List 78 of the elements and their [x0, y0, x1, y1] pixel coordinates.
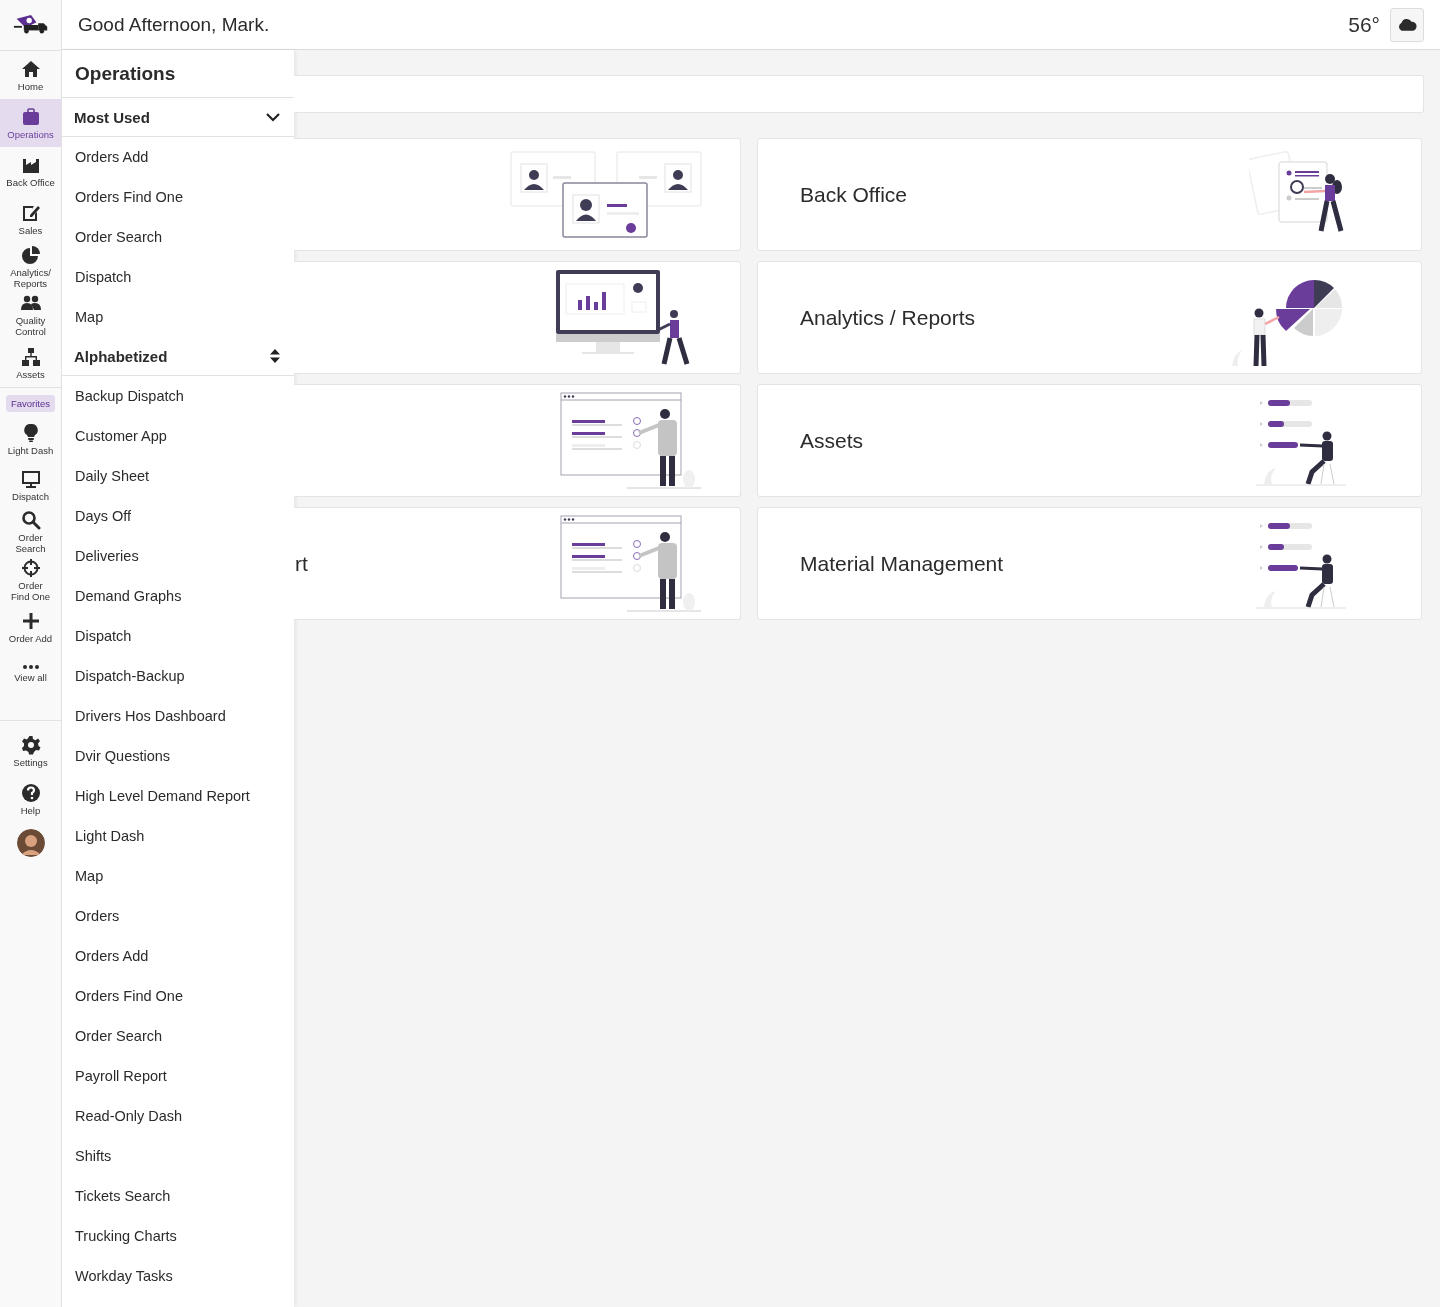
menu-item[interactable]: Payroll Report [62, 1056, 294, 1096]
menu-item[interactable]: Deliveries [62, 536, 294, 576]
briefcase-icon [20, 106, 41, 127]
menu-item[interactable]: Light Dash [62, 816, 294, 856]
menu-item[interactable]: Workday Tasks [62, 1256, 294, 1296]
menu-item[interactable]: Dispatch-Backup [62, 656, 294, 696]
card-title: Material Management [799, 551, 1004, 576]
menu-item[interactable]: Order Search [62, 1016, 294, 1056]
menu-item[interactable]: Order Search [62, 217, 294, 257]
category-card[interactable] [294, 261, 741, 374]
menu-item[interactable]: Tickets Search [62, 1176, 294, 1216]
menu-item[interactable]: Orders [62, 896, 294, 936]
sidebar-item[interactable]: Help [0, 775, 61, 823]
sidebar-item[interactable]: Settings [0, 727, 61, 775]
menu-item[interactable]: Map [62, 297, 294, 337]
sidebar-item[interactable]: Operations [0, 99, 61, 147]
network-icon [20, 346, 41, 367]
sidebar-item[interactable]: Home [0, 51, 61, 99]
menu-item[interactable]: Shifts [62, 1136, 294, 1176]
sidebar-item[interactable]: Dispatch [0, 462, 61, 508]
menu-item[interactable]: Drivers Hos Dashboard [62, 696, 294, 736]
plus-icon [20, 610, 41, 631]
favorites-label: Favorites [5, 395, 56, 412]
category-card[interactable]: Analytics / Reports [757, 261, 1422, 374]
menu-item[interactable]: Daily Sheet [62, 456, 294, 496]
sidebar-item[interactable]: Quality Control [0, 291, 61, 339]
menu-item[interactable]: Orders Add [62, 137, 294, 177]
menu-item[interactable]: Read-Only Dash [62, 1096, 294, 1136]
sidebar-item[interactable]: Sales [0, 195, 61, 243]
person-drawing [1253, 308, 1280, 368]
sidebar-item[interactable]: View all [0, 650, 61, 696]
card-title: Analytics / Reports [799, 305, 976, 330]
home-icon [20, 58, 41, 79]
section-header[interactable]: Most Used [62, 98, 294, 137]
category-card[interactable]: rt [294, 507, 741, 620]
card-title: Back Office [799, 182, 907, 207]
cloud-icon [1397, 18, 1417, 31]
menu-item[interactable]: Map [62, 856, 294, 896]
avatar[interactable] [16, 829, 45, 857]
sidebar-item[interactable]: Order Search [0, 508, 61, 556]
category-card[interactable]: Assets [757, 384, 1422, 497]
weather-button[interactable] [1390, 7, 1424, 42]
menu-item[interactable]: Orders Find One [62, 177, 294, 217]
menu-item[interactable]: Demand Graphs [62, 576, 294, 616]
sidebar-item[interactable]: Assets [0, 339, 61, 387]
category-card[interactable]: Back Office [757, 138, 1422, 251]
people-icon [20, 293, 41, 313]
menu-item[interactable]: Trucking Charts [62, 1216, 294, 1256]
sidebar-item[interactable]: Order Add [0, 604, 61, 650]
section-header[interactable]: Alphabetized [62, 337, 294, 376]
sidebar-item[interactable]: Back Office [0, 147, 61, 195]
card-title: rt [294, 551, 308, 576]
menu-item[interactable]: High Level Demand Report [62, 776, 294, 816]
sort-icon [270, 349, 280, 363]
menu-item[interactable]: Dispatch [62, 616, 294, 656]
monitor-icon [20, 468, 41, 489]
card-title: Assets [799, 428, 864, 453]
temperature: 56° [1348, 12, 1380, 37]
truck-logo-icon[interactable] [12, 15, 49, 35]
category-card[interactable]: Material Management [757, 507, 1422, 620]
search-icon [20, 510, 41, 530]
sidebar-item[interactable]: Light Dash [0, 416, 61, 462]
menu-item[interactable]: Customer App [62, 416, 294, 456]
menu-item[interactable]: Days Off [62, 496, 294, 536]
greeting: Good Afternoon, Mark. [78, 13, 271, 36]
menu-item[interactable]: Orders Find One [62, 976, 294, 1016]
menu-item[interactable]: Dispatch [62, 257, 294, 297]
crosshair-icon [20, 558, 41, 578]
sidebar-item[interactable]: Analytics/ Reports [0, 243, 61, 291]
more-icon [21, 663, 40, 670]
pie-slice [1315, 308, 1342, 336]
help-icon [20, 782, 41, 803]
menu-item[interactable]: Dvir Questions [62, 736, 294, 776]
pie-chart-icon [20, 245, 41, 265]
settings-icon [20, 734, 41, 755]
menu-item[interactable]: Backup Dispatch [62, 376, 294, 416]
menu-item[interactable]: Orders Add [62, 936, 294, 976]
sidebar-item[interactable]: Order Find One [0, 556, 61, 604]
